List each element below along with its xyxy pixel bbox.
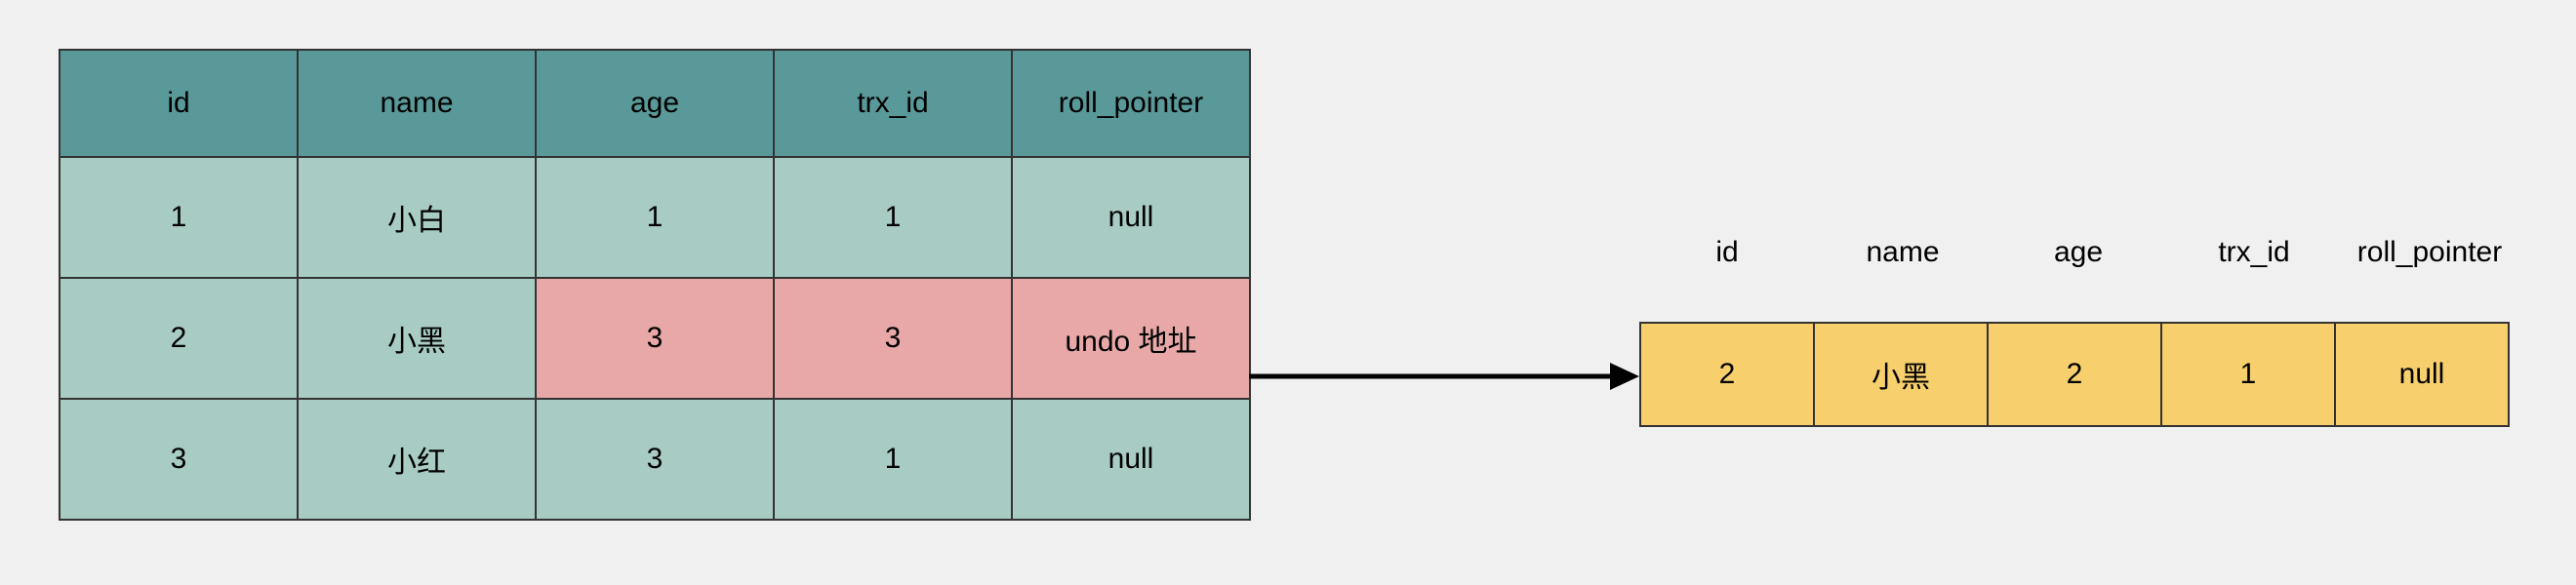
table-row: 3 小红 3 1 null [60, 399, 1250, 520]
undo-col-id: id [1639, 236, 1815, 269]
cell-trx-id: 1 [774, 399, 1012, 520]
arrow-icon [1249, 353, 1639, 400]
cell-age: 1 [536, 157, 774, 278]
undo-cell-roll-pointer: null [2334, 322, 2510, 427]
cell-name: 小红 [298, 399, 536, 520]
undo-col-trx-id: trx_id [2166, 236, 2342, 269]
table-row: 1 小白 1 1 null [60, 157, 1250, 278]
undo-record-row: 2 小黑 2 1 null [1639, 322, 2510, 427]
cell-trx-id: 1 [774, 157, 1012, 278]
cell-name: 小白 [298, 157, 536, 278]
undo-cell-name: 小黑 [1813, 322, 1989, 427]
cell-roll-pointer: null [1012, 157, 1250, 278]
undo-header-row: id name age trx_id roll_pointer [1639, 236, 2517, 269]
main-record-table: id name age trx_id roll_pointer 1 小白 1 1… [59, 49, 1251, 521]
undo-col-name: name [1815, 236, 1991, 269]
col-roll-pointer: roll_pointer [1012, 50, 1250, 157]
table-row: 2 小黑 3 3 undo 地址 [60, 278, 1250, 399]
undo-col-age: age [1991, 236, 2166, 269]
cell-roll-pointer: undo 地址 [1012, 278, 1250, 399]
col-name: name [298, 50, 536, 157]
undo-cell-id: 2 [1639, 322, 1815, 427]
cell-age: 3 [536, 399, 774, 520]
undo-col-roll-pointer: roll_pointer [2342, 236, 2517, 269]
cell-name: 小黑 [298, 278, 536, 399]
cell-trx-id: 3 [774, 278, 1012, 399]
cell-id: 3 [60, 399, 298, 520]
cell-id: 2 [60, 278, 298, 399]
table-header-row: id name age trx_id roll_pointer [60, 50, 1250, 157]
col-id: id [60, 50, 298, 157]
col-trx-id: trx_id [774, 50, 1012, 157]
undo-cell-age: 2 [1987, 322, 2162, 427]
col-age: age [536, 50, 774, 157]
undo-cell-trx-id: 1 [2160, 322, 2336, 427]
cell-age: 3 [536, 278, 774, 399]
cell-id: 1 [60, 157, 298, 278]
cell-roll-pointer: null [1012, 399, 1250, 520]
